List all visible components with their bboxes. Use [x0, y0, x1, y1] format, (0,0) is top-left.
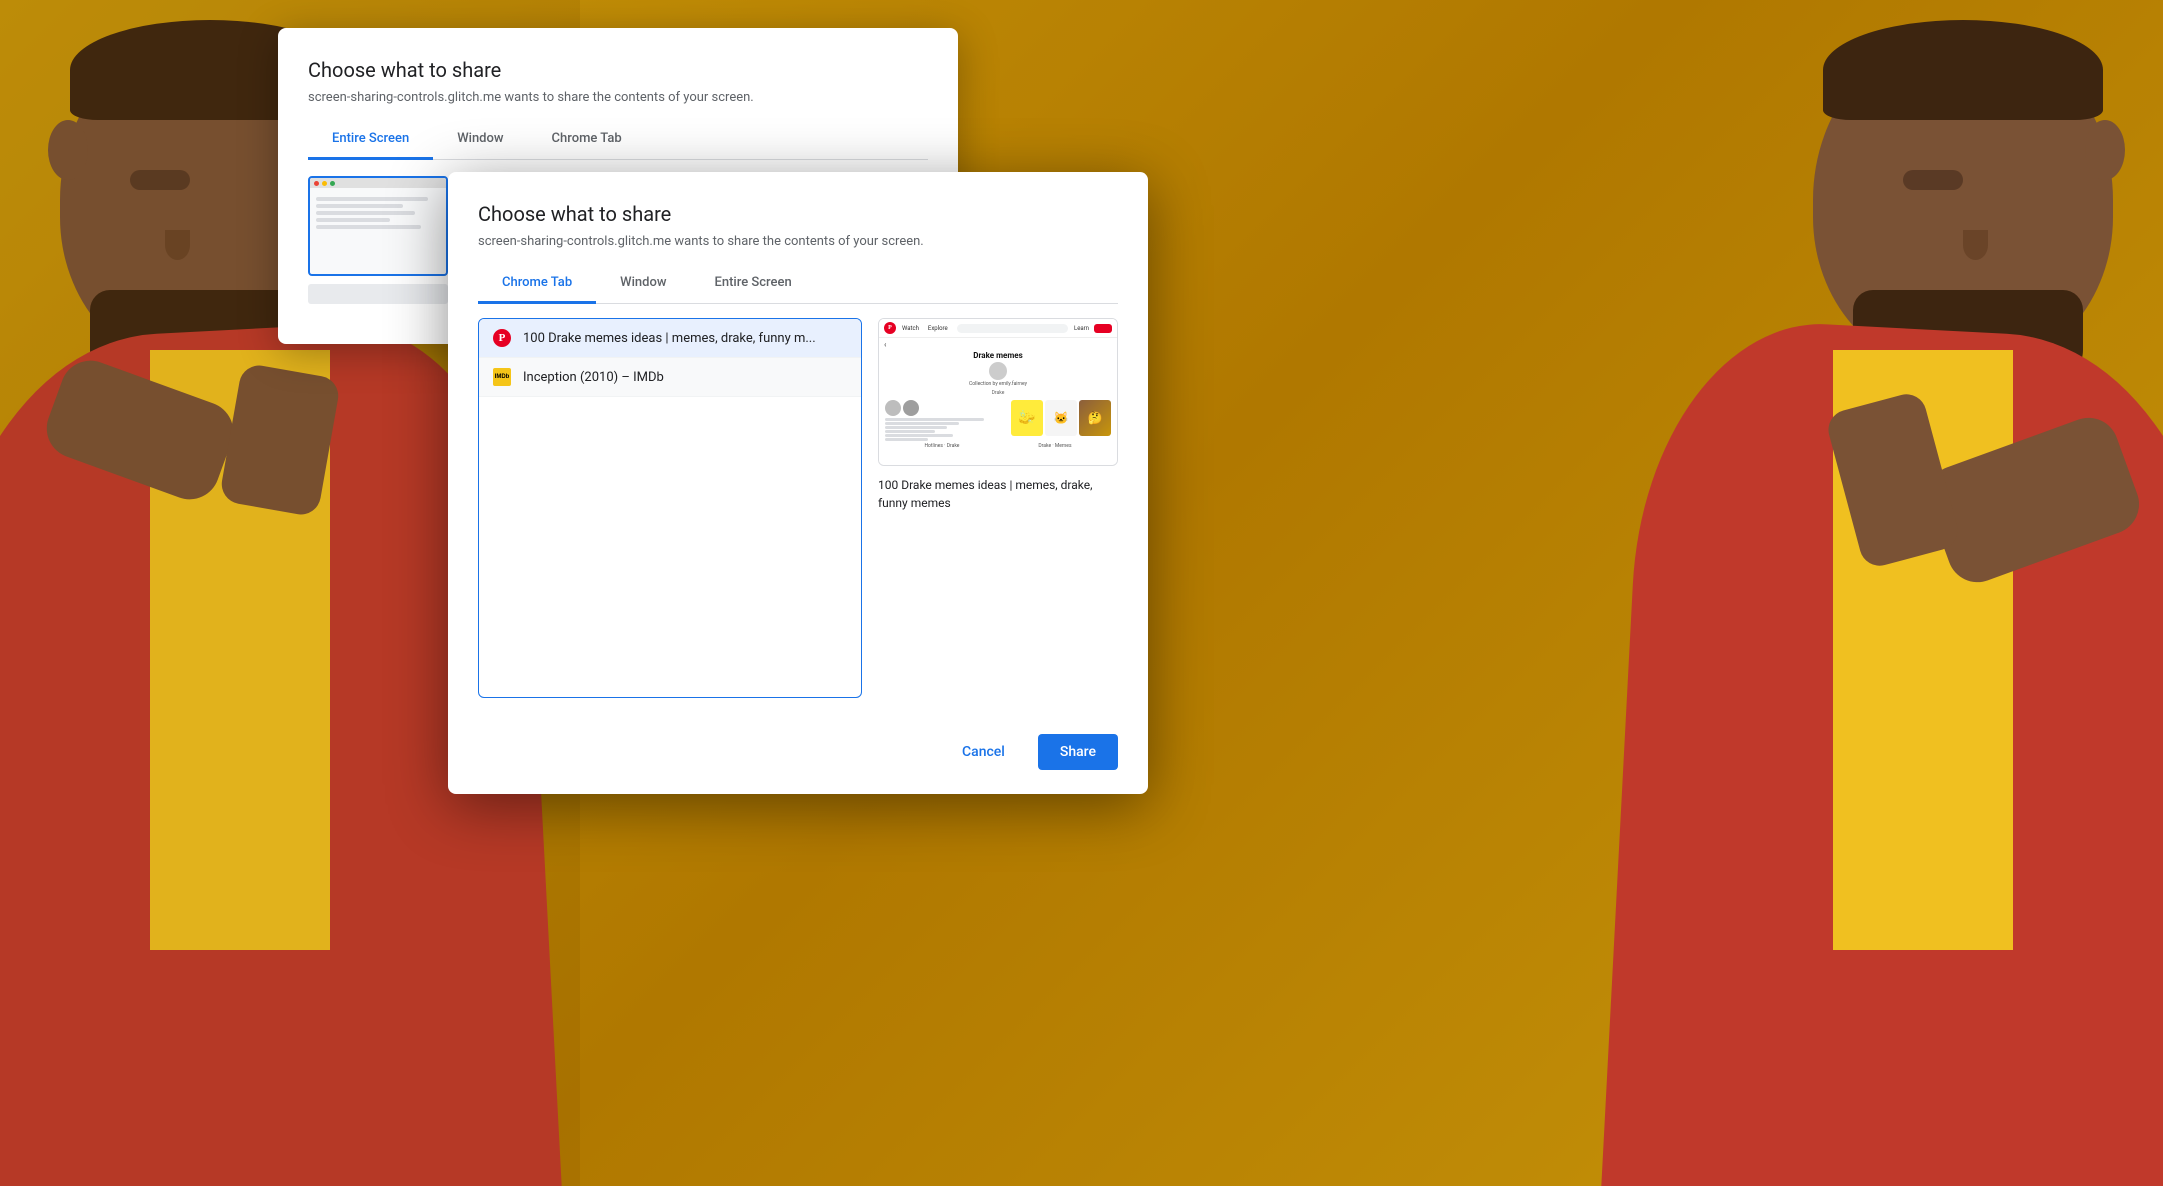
tab-content-area: P 100 Drake memes ideas | memes, drake, … [478, 318, 1118, 698]
bg-tab-entire-screen[interactable]: Entire Screen [308, 121, 433, 160]
preview-thumbnail: P Watch Explore Learn ‹ Drake memes Coll… [878, 318, 1118, 466]
imdb-tab-title: Inception (2010) – IMDb [523, 370, 664, 385]
drake-right-figure [1543, 0, 2163, 1186]
tab-item-imdb[interactable]: IMDb Inception (2010) – IMDb [479, 358, 861, 397]
tab-item-pinterest[interactable]: P 100 Drake memes ideas | memes, drake, … [479, 319, 861, 358]
fg-dialog-subtitle: screen-sharing-controls.glitch.me wants … [478, 234, 1118, 249]
bg-tab-window[interactable]: Window [433, 121, 527, 159]
imdb-favicon: IMDb [493, 368, 511, 386]
preview-panel: P Watch Explore Learn ‹ Drake memes Coll… [878, 318, 1118, 698]
fg-tabs: Chrome Tab Window Entire Screen [478, 265, 1118, 304]
bg-tab-chrome[interactable]: Chrome Tab [528, 121, 646, 159]
fg-tab-window[interactable]: Window [596, 265, 690, 303]
pinterest-tab-title: 100 Drake memes ideas | memes, drake, fu… [523, 331, 816, 346]
bg-dialog-title: Choose what to share [308, 58, 928, 82]
fg-tab-chrome[interactable]: Chrome Tab [478, 265, 596, 304]
preview-title: 100 Drake memes ideas | memes, drake, fu… [878, 476, 1118, 512]
fg-dialog-title: Choose what to share [478, 202, 1118, 226]
pinterest-favicon: P [493, 329, 511, 347]
button-row: Cancel Share [478, 718, 1118, 770]
share-button[interactable]: Share [1038, 734, 1118, 770]
fg-tab-entire-screen[interactable]: Entire Screen [691, 265, 816, 303]
dialog-foreground: Choose what to share screen-sharing-cont… [448, 172, 1148, 794]
bg-dialog-subtitle: screen-sharing-controls.glitch.me wants … [308, 90, 928, 105]
cancel-button[interactable]: Cancel [939, 734, 1028, 770]
chrome-tabs-list: P 100 Drake memes ideas | memes, drake, … [478, 318, 862, 698]
bg-tabs: Entire Screen Window Chrome Tab [308, 121, 928, 160]
